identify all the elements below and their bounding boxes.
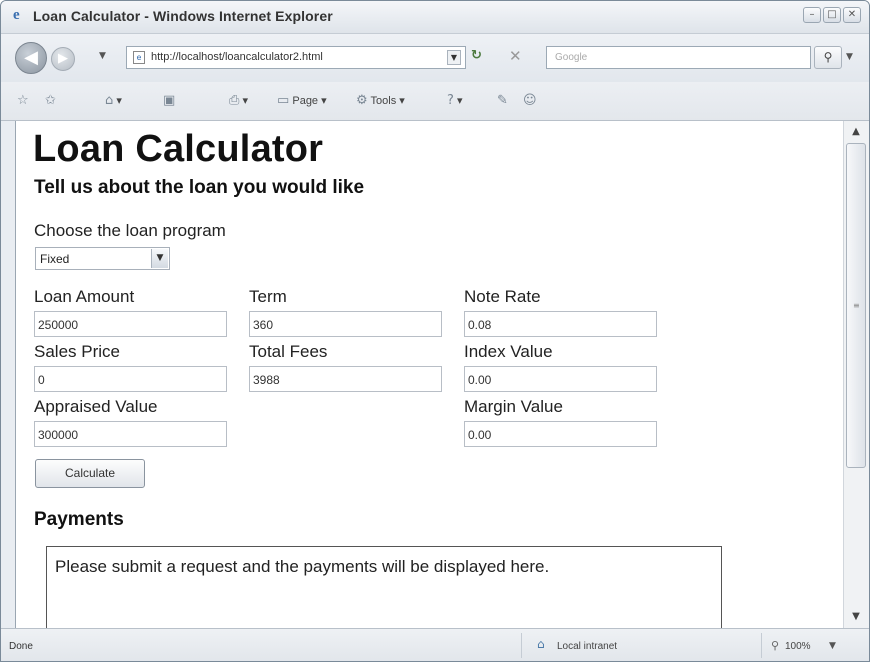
minimize-button[interactable]: – bbox=[803, 7, 821, 23]
note-rate-input[interactable]: 0.08 bbox=[464, 311, 657, 337]
status-bar: Done ⌂ Local intranet ⚲ 100% ▼ bbox=[1, 628, 869, 661]
tools-menu[interactable]: ⚙ Tools ▾ bbox=[356, 93, 405, 108]
vertical-scrollbar[interactable]: ▲ ≡ ▼ bbox=[843, 121, 869, 628]
loan-program-select[interactable]: Fixed ▼ bbox=[35, 247, 170, 270]
printer-icon[interactable]: ⎙ ▾ bbox=[229, 93, 248, 108]
address-dropdown-button[interactable]: ▼ bbox=[447, 50, 461, 65]
loan-amount-input[interactable]: 250000 bbox=[34, 311, 227, 337]
search-options-dropdown[interactable]: ▼ bbox=[846, 52, 853, 62]
total-fees-label: Total Fees bbox=[249, 342, 328, 361]
address-url[interactable]: http://localhost/loancalculator2.html bbox=[151, 51, 323, 63]
search-icon: ⚲ bbox=[823, 50, 833, 64]
address-bar[interactable]: e http://localhost/loancalculator2.html … bbox=[126, 46, 466, 69]
search-button[interactable]: ⚲ bbox=[814, 46, 842, 69]
back-button[interactable]: ◀ bbox=[15, 42, 47, 74]
maximize-button[interactable]: □ bbox=[823, 7, 841, 23]
payments-panel: Please submit a request and the payments… bbox=[46, 546, 722, 628]
page-subtitle: Tell us about the loan you would like bbox=[34, 177, 365, 198]
search-input[interactable]: Google bbox=[546, 46, 811, 69]
stop-icon[interactable]: ✕ bbox=[509, 47, 522, 65]
page-icon: e bbox=[133, 51, 145, 64]
loan-amount-label: Loan Amount bbox=[34, 287, 135, 306]
scrollbar-thumb[interactable]: ≡ bbox=[846, 143, 866, 468]
grip-icon: ≡ bbox=[853, 301, 860, 310]
status-divider bbox=[521, 633, 522, 658]
loan-program-label: Choose the loan program bbox=[34, 221, 226, 240]
index-value-input[interactable]: 0.00 bbox=[464, 366, 657, 392]
sales-price-label: Sales Price bbox=[34, 342, 120, 361]
term-input[interactable]: 360 bbox=[249, 311, 442, 337]
status-divider bbox=[761, 633, 762, 658]
forward-button[interactable]: ▶ bbox=[51, 47, 75, 71]
term-label: Term bbox=[249, 287, 287, 306]
zoom-icon: ⚲ bbox=[771, 639, 780, 652]
index-value-label: Index Value bbox=[464, 342, 553, 361]
appraised-value-input[interactable]: 300000 bbox=[34, 421, 227, 447]
zoom-level[interactable]: 100% bbox=[785, 641, 811, 652]
page-title: Loan Calculator bbox=[33, 128, 324, 170]
margin-value-input[interactable]: 0.00 bbox=[464, 421, 657, 447]
scroll-up-icon[interactable]: ▲ bbox=[846, 123, 866, 141]
payments-message: Please submit a request and the payments… bbox=[55, 557, 550, 576]
window-title: Loan Calculator - Windows Internet Explo… bbox=[33, 8, 333, 24]
rss-icon[interactable]: ▣ bbox=[163, 93, 175, 108]
loan-program-value: Fixed bbox=[40, 252, 70, 266]
browser-window: e Loan Calculator - Windows Internet Exp… bbox=[0, 0, 870, 662]
ie-icon: e bbox=[13, 7, 20, 23]
close-button[interactable]: ✕ bbox=[843, 7, 861, 23]
command-bar: ☆ ✩ ⌂ ▾ ▣ ⎙ ▾ ▭ Page ▾ ⚙ Tools ▾ ? ▾ ✎ ☺ bbox=[1, 82, 869, 121]
sales-price-input[interactable]: 0 bbox=[34, 366, 227, 392]
recent-pages-dropdown[interactable]: ▼ bbox=[99, 51, 106, 61]
zoom-dropdown[interactable]: ▼ bbox=[829, 641, 836, 651]
scroll-down-icon[interactable]: ▼ bbox=[846, 608, 866, 626]
search-placeholder: Google bbox=[555, 52, 588, 63]
appraised-value-label: Appraised Value bbox=[34, 397, 158, 416]
home-icon[interactable]: ⌂ ▾ bbox=[105, 93, 122, 108]
help-icon[interactable]: ? ▾ bbox=[447, 93, 462, 108]
navigation-bar: ◀ ▶ ▼ e http://localhost/loancalculator2… bbox=[1, 34, 869, 82]
refresh-icon[interactable]: ↻ bbox=[471, 48, 482, 63]
payments-heading: Payments bbox=[34, 509, 124, 530]
chevron-down-icon[interactable]: ▼ bbox=[151, 249, 168, 268]
page-menu[interactable]: ▭ Page ▾ bbox=[277, 93, 327, 108]
security-zone[interactable]: Local intranet bbox=[557, 641, 617, 652]
calculate-button[interactable]: Calculate bbox=[35, 459, 145, 488]
margin-value-label: Margin Value bbox=[464, 397, 563, 416]
messenger-icon[interactable]: ☺ bbox=[523, 93, 537, 108]
star-icon[interactable]: ☆ bbox=[17, 93, 29, 108]
window-controls: – □ ✕ bbox=[803, 7, 861, 23]
total-fees-input[interactable]: 3988 bbox=[249, 366, 442, 392]
note-rate-label: Note Rate bbox=[464, 287, 541, 306]
intranet-icon: ⌂ bbox=[537, 637, 545, 651]
status-text: Done bbox=[9, 641, 33, 652]
title-bar: e Loan Calculator - Windows Internet Exp… bbox=[1, 1, 869, 34]
research-icon[interactable]: ✎ bbox=[497, 93, 508, 108]
add-favorites-icon[interactable]: ✩ bbox=[45, 93, 56, 108]
page-content: Loan Calculator Tell us about the loan y… bbox=[15, 121, 844, 628]
